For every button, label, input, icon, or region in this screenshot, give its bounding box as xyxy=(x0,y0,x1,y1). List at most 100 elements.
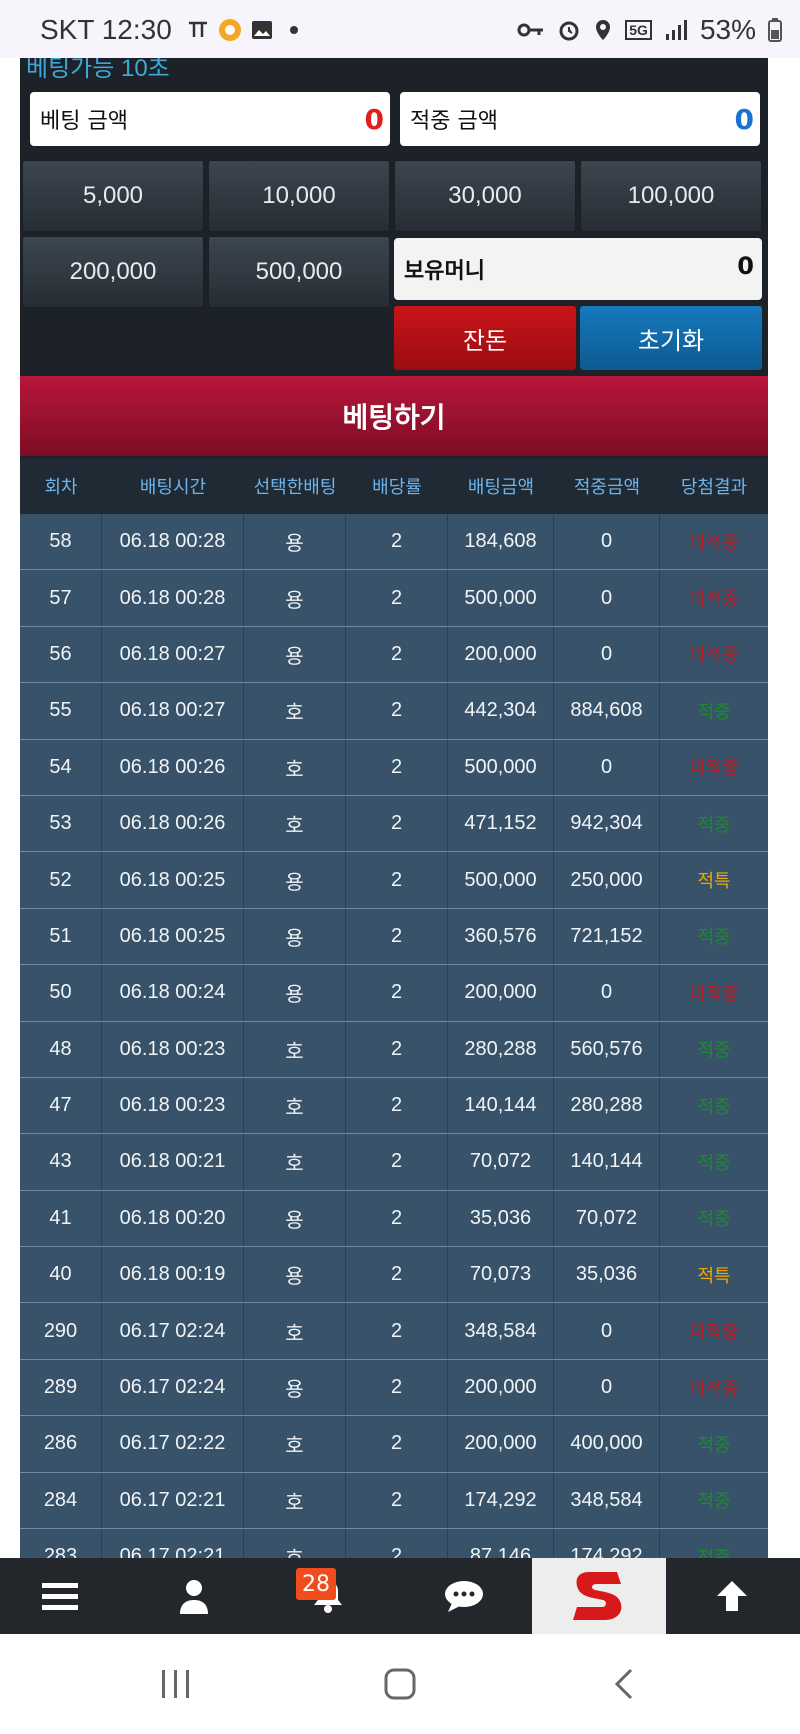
cell-win-amount: 0 xyxy=(554,1303,660,1359)
cell-bet-time: 06.18 00:25 xyxy=(102,852,244,908)
cell-odds: 2 xyxy=(346,1359,448,1416)
cell-round: 43 xyxy=(20,1134,102,1190)
table-row: 51 06.18 00:25 용 2 360,576 721,152 적중 xyxy=(20,908,768,966)
cell-round: 48 xyxy=(20,1021,102,1077)
cell-odds: 2 xyxy=(346,908,448,965)
win-amount-label: 적중 금액 xyxy=(410,109,498,134)
cell-odds: 2 xyxy=(346,514,448,570)
bet-amount-label: 베팅 금액 xyxy=(40,109,128,134)
battery-icon xyxy=(768,18,782,42)
scroll-top-button[interactable] xyxy=(672,1558,792,1634)
alarm-icon xyxy=(559,21,579,41)
cell-round: 284 xyxy=(20,1472,102,1529)
cell-selected-bet: 용 xyxy=(244,626,346,683)
header-selected-bet: 선택한배팅 xyxy=(253,477,337,498)
chip-200000-button[interactable]: 200,000 xyxy=(22,236,204,308)
back-button[interactable] xyxy=(594,1664,654,1704)
chip-100000-button[interactable]: 100,000 xyxy=(580,160,762,232)
chip-10000-button[interactable]: 10,000 xyxy=(208,160,390,232)
cell-odds: 2 xyxy=(346,1077,448,1134)
table-row: 58 06.18 00:28 용 2 184,608 0 미적중 xyxy=(20,514,768,571)
cell-odds: 2 xyxy=(346,965,448,1021)
table-row: 50 06.18 00:24 용 2 200,000 0 미적중 xyxy=(20,965,768,1022)
cell-win-amount: 280,288 xyxy=(554,1077,660,1134)
cell-odds: 2 xyxy=(346,739,448,795)
cell-win-amount: 0 xyxy=(554,626,660,683)
cell-round: 40 xyxy=(20,1247,102,1303)
cell-odds: 2 xyxy=(346,1472,448,1529)
place-bet-button[interactable]: 베팅하기 xyxy=(20,376,768,456)
cell-result: 적중 xyxy=(697,1152,731,1173)
cell-bet-amount: 442,304 xyxy=(448,683,554,739)
vpn-key-icon xyxy=(517,23,544,37)
header-round: 회차 xyxy=(44,477,78,498)
cell-round: 52 xyxy=(20,852,102,908)
bet-amount-box: 베팅 금액 0 xyxy=(30,92,390,146)
cell-bet-amount: 70,072 xyxy=(448,1134,554,1190)
profile-button[interactable] xyxy=(134,1558,254,1634)
cell-round: 51 xyxy=(20,908,102,965)
cell-result: 적중 xyxy=(697,1434,731,1455)
cell-selected-bet: 호 xyxy=(244,1529,346,1558)
cell-bet-amount: 70,073 xyxy=(448,1247,554,1303)
cell-round: 58 xyxy=(20,514,102,570)
cell-selected-bet: 호 xyxy=(244,795,346,852)
cell-bet-time: 06.18 00:24 xyxy=(102,965,244,1021)
balance-value: 0 xyxy=(737,252,754,280)
header-win-amount: 적중금액 xyxy=(573,477,641,498)
cell-bet-amount: 174,292 xyxy=(448,1472,554,1529)
cell-result: 미적중 xyxy=(689,532,739,553)
cell-odds: 2 xyxy=(346,1021,448,1077)
cell-round: 50 xyxy=(20,965,102,1021)
cell-selected-bet: 용 xyxy=(244,570,346,626)
s-logo-icon xyxy=(573,1572,622,1620)
cell-win-amount: 0 xyxy=(554,514,660,570)
cell-bet-amount: 184,608 xyxy=(448,514,554,570)
app-notification-icon xyxy=(218,19,241,41)
cell-result: 적중 xyxy=(697,1491,731,1512)
chip-5000-button[interactable]: 5,000 xyxy=(22,160,204,232)
reset-button[interactable]: 초기화 xyxy=(580,306,762,370)
cell-bet-amount: 87,146 xyxy=(448,1529,554,1558)
cell-bet-time: 06.17 02:22 xyxy=(102,1416,244,1472)
cell-result: 적중 xyxy=(697,1209,731,1230)
cell-result: 적특 xyxy=(697,1265,731,1286)
cell-bet-time: 06.18 00:28 xyxy=(102,570,244,626)
chip-30000-button[interactable]: 30,000 xyxy=(394,160,576,232)
cell-selected-bet: 용 xyxy=(244,1247,346,1303)
brand-logo[interactable] xyxy=(532,1558,666,1634)
cell-selected-bet: 용 xyxy=(244,852,346,908)
app-root: SKT 12:30 5G 53% 베팅가능 10초 베팅 금액 0 적중 금액 xyxy=(0,0,800,1734)
location-icon xyxy=(596,20,611,40)
cell-odds: 2 xyxy=(346,1190,448,1247)
cell-round: 286 xyxy=(20,1416,102,1472)
cell-odds: 2 xyxy=(346,1134,448,1190)
cell-round: 56 xyxy=(20,626,102,683)
cell-bet-amount: 280,288 xyxy=(448,1021,554,1077)
recent-apps-button[interactable] xyxy=(146,1664,206,1704)
balance-label: 보유머니 xyxy=(404,259,485,284)
change-button[interactable]: 잔돈 xyxy=(394,306,576,370)
table-body: 58 06.18 00:28 용 2 184,608 0 미적중 57 06.18 00:28 용… xyxy=(20,514,768,1558)
cell-bet-amount: 471,152 xyxy=(448,795,554,852)
cell-selected-bet: 용 xyxy=(244,1190,346,1247)
cell-bet-time: 06.18 00:26 xyxy=(102,739,244,795)
table-row: 56 06.18 00:27 용 2 200,000 0 미적중 xyxy=(20,626,768,684)
cell-selected-bet: 호 xyxy=(244,1134,346,1190)
recent-apps-icon xyxy=(162,1670,189,1698)
cell-bet-time: 06.18 00:26 xyxy=(102,795,244,852)
bottom-nav: 28 xyxy=(0,1558,800,1634)
cell-bet-time: 06.18 00:27 xyxy=(102,626,244,683)
cell-win-amount: 0 xyxy=(554,1359,660,1416)
balance-box: 보유머니 0 xyxy=(394,238,762,300)
table-row: 54 06.18 00:26 호 2 500,000 0 미적중 xyxy=(20,739,768,796)
betting-panel: 베팅가능 10초 베팅 금액 0 적중 금액 0 5,000 10,000 30… xyxy=(20,58,768,1558)
chat-button[interactable] xyxy=(404,1558,524,1634)
cell-bet-time: 06.17 02:21 xyxy=(102,1529,244,1558)
cell-bet-time: 06.18 00:19 xyxy=(102,1247,244,1303)
home-button[interactable] xyxy=(370,1664,430,1704)
cell-win-amount: 721,152 xyxy=(554,908,660,965)
cell-selected-bet: 호 xyxy=(244,1077,346,1134)
chip-500000-button[interactable]: 500,000 xyxy=(208,236,390,308)
menu-button[interactable] xyxy=(0,1558,120,1634)
